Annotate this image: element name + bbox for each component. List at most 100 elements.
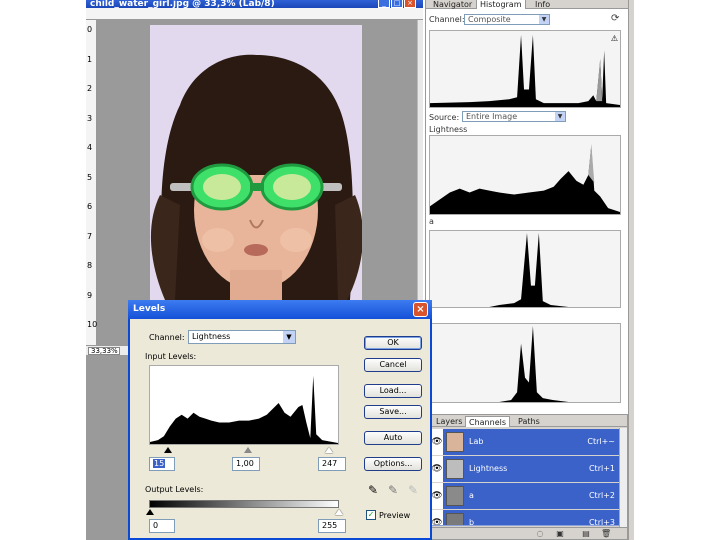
input-black-field[interactable]: 15 [149, 457, 175, 471]
histogram-channel-select[interactable]: Composite ▼ [464, 14, 550, 25]
close-icon[interactable]: × [413, 302, 428, 317]
levels-channel-select[interactable]: Lightness ▼ [188, 330, 296, 344]
tab-layers[interactable]: Layers [433, 416, 465, 427]
ruler-label: 1 [87, 55, 93, 64]
channel-row-lab[interactable]: 👁 Lab Ctrl+~ [431, 429, 627, 455]
histogram-source-select[interactable]: Entire Image ▼ [462, 111, 566, 122]
channel-row-b[interactable]: 👁 b Ctrl+3 [431, 510, 627, 526]
channels-toolbar: ◌ ▣ ▤ 🗑 [431, 527, 627, 539]
channel-row-body[interactable]: Lab Ctrl+~ [443, 429, 627, 455]
refresh-icon[interactable]: ⟳ [611, 13, 619, 24]
ruler-label: 3 [87, 114, 93, 123]
eye-icon[interactable]: 👁 [431, 456, 443, 482]
ruler-label: 6 [87, 202, 93, 211]
zoom-field[interactable]: 33,33% [88, 347, 120, 355]
channel-name: b [469, 518, 475, 526]
auto-button[interactable]: Auto [364, 431, 422, 445]
ruler-label: 9 [87, 291, 93, 300]
input-white-field[interactable]: 247 [318, 457, 346, 471]
output-white-slider[interactable] [335, 509, 343, 515]
document-title: child_water_girl.jpg @ 33,3% (Lab/8) [90, 0, 275, 8]
composite-histogram: ⚠ [429, 30, 621, 108]
cancel-button[interactable]: Cancel [364, 358, 422, 372]
channel-thumbnail [446, 486, 464, 506]
ruler-label: 7 [87, 232, 93, 241]
input-levels-histogram-graph [150, 375, 338, 444]
input-gamma-field[interactable]: 1,00 [232, 457, 260, 471]
ok-button[interactable]: OK [364, 336, 422, 350]
a-histogram-label: a [429, 217, 434, 226]
document-vertical-scrollbar[interactable] [417, 20, 423, 345]
channels-scrollbar[interactable] [619, 428, 627, 528]
input-white-slider[interactable] [325, 447, 333, 453]
levels-title-bar[interactable]: Levels × [128, 300, 432, 319]
save-button[interactable]: Save... [364, 405, 422, 419]
input-gamma-slider[interactable] [244, 447, 252, 453]
save-selection-icon[interactable]: ▣ [555, 529, 565, 538]
tab-paths[interactable]: Paths [515, 416, 543, 427]
tab-info[interactable]: Info [532, 0, 553, 9]
channel-row-lightness[interactable]: 👁 Lightness Ctrl+1 [431, 456, 627, 482]
histogram-source-value: Entire Image [466, 112, 518, 121]
maximize-button[interactable]: □ [391, 0, 403, 8]
eye-icon[interactable]: 👁 [431, 483, 443, 509]
load-button[interactable]: Load... [364, 384, 422, 398]
output-black-field[interactable]: 0 [149, 519, 175, 533]
girl-with-goggles-image [150, 25, 362, 300]
workspace-background [86, 355, 131, 540]
channel-name: Lab [469, 437, 484, 446]
channel-row-body[interactable]: a Ctrl+2 [443, 483, 627, 509]
output-levels-label: Output Levels: [145, 485, 204, 494]
chevron-down-icon: ▼ [539, 15, 549, 24]
channel-thumbnail [446, 459, 464, 479]
ruler-horizontal [86, 8, 423, 20]
eye-icon[interactable]: 👁 [431, 510, 443, 525]
ruler-label: 4 [87, 143, 93, 152]
levels-channel-value: Lightness [192, 332, 231, 341]
channel-row-body[interactable]: b Ctrl+3 [443, 510, 627, 526]
channel-name: a [469, 491, 474, 500]
white-eyedropper-icon[interactable]: ✎ [408, 484, 418, 496]
channel-row-body[interactable]: Lightness Ctrl+1 [443, 456, 627, 482]
close-document-button[interactable]: × [404, 0, 416, 8]
document-title-bar[interactable]: child_water_girl.jpg @ 33,3% (Lab/8) [86, 0, 423, 8]
options-button[interactable]: Options... [364, 457, 422, 471]
palette-tab-bar: Navigator Histogram Info [426, 0, 629, 9]
document-photo[interactable] [150, 25, 362, 300]
a-channel-histogram-graph [430, 232, 620, 307]
black-eyedropper-icon[interactable]: ✎ [368, 484, 378, 496]
tab-histogram[interactable]: Histogram [476, 0, 526, 9]
input-gamma-value: 1,00 [236, 459, 254, 468]
trash-icon[interactable]: 🗑 [601, 529, 611, 538]
ruler-label: 2 [87, 84, 93, 93]
source-label: Source: [429, 113, 460, 122]
minimize-button[interactable]: _ [378, 0, 390, 8]
gray-eyedropper-icon[interactable]: ✎ [388, 484, 398, 496]
b-channel-histogram-graph [430, 325, 620, 402]
input-black-slider[interactable] [164, 447, 172, 453]
channel-row-a[interactable]: 👁 a Ctrl+2 [431, 483, 627, 509]
ruler-label: 8 [87, 261, 93, 270]
ruler-label: 5 [87, 173, 93, 182]
input-levels-label: Input Levels: [145, 352, 197, 361]
palette-dock-edge [628, 0, 634, 540]
b-channel-histogram [429, 323, 621, 403]
lightness-histogram-label: Lightness [429, 125, 468, 134]
output-white-field[interactable]: 255 [318, 519, 346, 533]
output-white-value: 255 [322, 521, 338, 530]
load-selection-icon[interactable]: ◌ [535, 529, 545, 538]
channel-shortcut: Ctrl+3 [588, 518, 615, 526]
preview-checkbox[interactable]: ✓ [366, 510, 376, 520]
eye-icon[interactable]: 👁 [431, 429, 443, 455]
histogram-palette: Navigator Histogram Info Channel: Compos… [425, 0, 629, 408]
tab-navigator[interactable]: Navigator [430, 0, 475, 9]
lightness-histogram [429, 135, 621, 215]
tab-channels[interactable]: Channels [465, 416, 511, 427]
preview-label: Preview [379, 511, 411, 520]
histogram-channel-value: Composite [468, 15, 511, 24]
channel-name: Lightness [469, 464, 508, 473]
channel-label: Channel: [149, 333, 185, 342]
new-channel-icon[interactable]: ▤ [581, 529, 591, 538]
input-white-value: 247 [322, 459, 338, 468]
output-black-slider[interactable] [146, 509, 154, 515]
